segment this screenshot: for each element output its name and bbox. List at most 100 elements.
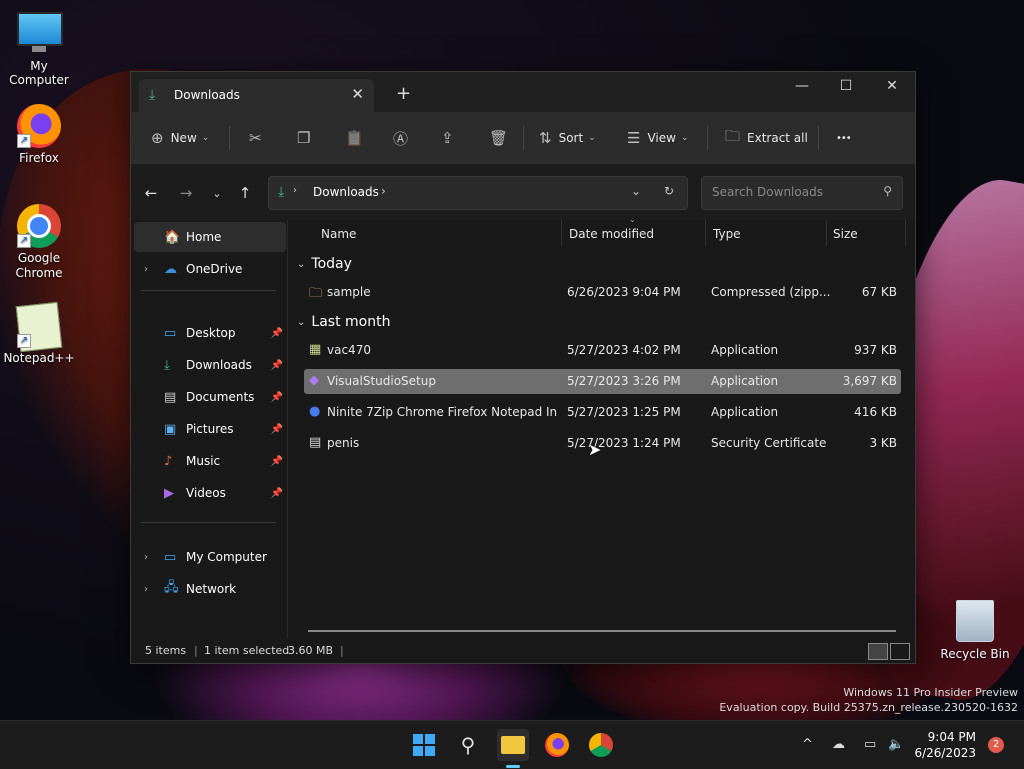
extract-all-button[interactable]: 🗀 Extract all (725, 112, 808, 164)
delete-button[interactable]: 🗑 (489, 112, 515, 164)
sort-button[interactable]: ⇅ Sort ⌄ (539, 112, 596, 164)
recent-locations-chevron-icon[interactable]: ⌄ (207, 187, 227, 200)
clock[interactable]: 9:04 PM 6/26/2023 (914, 729, 976, 761)
back-arrow-icon[interactable]: ← (141, 184, 161, 202)
pin-icon: 📌 (270, 391, 283, 403)
nav-item-desktop[interactable]: ▭ Desktop 📌 (134, 318, 286, 348)
show-hidden-icons-chevron-icon[interactable]: ^ (802, 737, 813, 752)
file-row[interactable]: 🗀 sample 6/26/2023 9:04 PM Compressed (z… (304, 280, 901, 305)
desktop-icon: ▭ (164, 325, 177, 341)
minimize-button[interactable]: — (779, 72, 825, 102)
download-icon: ⤓ (149, 87, 156, 103)
evaluation-watermark: Windows 11 Pro Insider Preview Evaluatio… (719, 685, 1018, 715)
file-row[interactable]: ● Ninite 7Zip Chrome Firefox Notepad Ins… (304, 400, 901, 425)
notepadpp-icon: ↗ (15, 301, 63, 353)
nav-item-downloads[interactable]: ⤓ Downloads 📌 (134, 350, 286, 380)
new-tab-button[interactable]: + (396, 83, 411, 104)
music-icon: ♪ (164, 453, 173, 469)
copy-button[interactable]: ❐ (297, 112, 317, 164)
paste-button[interactable]: 📋 (345, 112, 371, 164)
command-bar: ⊕ New ⌄ ✂ ❐ 📋 Ⓐ ⇪ 🗑 ⇅ Sort ⌄ ☰ View ⌄ 🗀 … (131, 112, 915, 165)
desktop-icon-recycle-bin[interactable]: Recycle Bin (937, 598, 1013, 661)
expand-chevron-icon[interactable]: › (144, 552, 148, 563)
tiles-view-button[interactable] (890, 643, 910, 660)
nav-item-my-computer[interactable]: › ▭ My Computer (134, 542, 286, 572)
search-icon[interactable]: ⚲ (452, 729, 484, 761)
watermark-line-1: Windows 11 Pro Insider Preview (843, 686, 1018, 699)
recycle-bin-icon (953, 600, 997, 644)
file-row[interactable]: ▤ penis 5/27/2023 1:24 PM Security Certi… (304, 431, 901, 456)
expand-chevron-icon[interactable]: › (144, 264, 148, 275)
picture-icon: ▣ (164, 421, 177, 437)
maximize-button[interactable]: ☐ (823, 72, 869, 102)
horizontal-scrollbar[interactable] (308, 630, 896, 632)
more-options-button[interactable]: ••• (836, 112, 852, 164)
expand-chevron-icon[interactable]: › (144, 584, 148, 595)
cloud-icon: ☁ (164, 261, 177, 277)
pin-icon: 📌 (270, 359, 283, 371)
nav-item-network[interactable]: › 🖧 Network (134, 574, 286, 604)
monitor-icon: ▭ (164, 549, 177, 565)
onedrive-offline-icon[interactable]: ☁ (832, 737, 845, 752)
column-header-type[interactable]: Type (713, 227, 741, 241)
pin-icon: 📌 (270, 455, 283, 467)
file-explorer-taskbar-button[interactable] (497, 729, 529, 761)
column-header-date[interactable]: Date modified (569, 227, 654, 241)
status-selected: 1 item selected (204, 644, 290, 657)
notification-badge[interactable]: 2 (988, 737, 1004, 753)
desktop-icon-firefox[interactable]: ↗ Firefox (1, 104, 77, 165)
clock-date: 6/26/2023 (914, 746, 976, 760)
share-button[interactable]: ⇪ (441, 112, 461, 164)
volume-icon[interactable]: 🔈 (888, 737, 904, 752)
desktop-icon-chrome[interactable]: ↗ Google Chrome (1, 204, 77, 281)
file-type: Security Certificate (711, 436, 827, 450)
close-window-button[interactable]: ✕ (869, 72, 915, 102)
file-type: Application (711, 374, 779, 388)
details-view-button[interactable] (868, 643, 888, 660)
file-row[interactable]: ▦ vac470 5/27/2023 4:02 PM Application 9… (304, 338, 901, 363)
firefox-taskbar-button[interactable] (541, 729, 573, 761)
nav-item-label: Downloads (186, 358, 252, 372)
view-button[interactable]: ☰ View ⌄ (627, 112, 688, 164)
rename-icon: Ⓐ (393, 129, 409, 148)
desktop-icon-my-computer[interactable]: My Computer (1, 8, 77, 87)
collapse-chevron-icon: ⌄ (297, 316, 306, 328)
address-dropdown-icon[interactable]: ⌄ (631, 184, 641, 198)
nav-item-videos[interactable]: ▶ Videos 📌 (134, 478, 286, 508)
rename-button[interactable]: Ⓐ (393, 112, 415, 164)
view-lines-icon: ☰ (627, 129, 641, 147)
clock-time: 9:04 PM (927, 730, 976, 744)
nav-item-onedrive[interactable]: › ☁ OneDrive (134, 254, 286, 284)
search-input[interactable] (710, 184, 874, 200)
desktop-icon-notepadpp[interactable]: ↗ Notepad++ (1, 301, 77, 365)
nav-item-home[interactable]: 🏠 Home (134, 222, 286, 252)
cut-button[interactable]: ✂ (249, 112, 269, 164)
breadcrumb-downloads[interactable]: Downloads (313, 185, 379, 199)
nav-item-documents[interactable]: ▤ Documents 📌 (134, 382, 286, 412)
firefox-icon: ↗ (17, 104, 61, 148)
nav-item-pictures[interactable]: ▣ Pictures 📌 (134, 414, 286, 444)
close-tab-icon[interactable]: ✕ (351, 85, 364, 103)
forward-arrow-icon[interactable]: → (176, 184, 196, 202)
nav-item-music[interactable]: ♪ Music 📌 (134, 446, 286, 476)
file-type: Application (711, 405, 779, 419)
search-box[interactable]: ⚲ (701, 176, 903, 210)
refresh-icon[interactable]: ↻ (664, 184, 674, 198)
column-header-name[interactable]: Name (321, 227, 356, 241)
address-row: ← → ⌄ ↑ ⤓ › Downloads › ⌄ ↻ ⚲ (131, 164, 915, 220)
view-label: View (647, 131, 676, 145)
file-row-selected[interactable]: ◆ VisualStudioSetup 5/27/2023 3:26 PM Ap… (304, 369, 901, 394)
file-name: vac470 (327, 343, 371, 357)
new-button[interactable]: ⊕ New ⌄ (151, 112, 209, 164)
up-arrow-icon[interactable]: ↑ (235, 184, 255, 202)
column-header-size[interactable]: Size (833, 227, 858, 241)
start-button[interactable] (408, 729, 440, 761)
address-bar[interactable]: ⤓ › Downloads › ⌄ ↻ (268, 176, 688, 210)
breadcrumb-chevron-icon[interactable]: › (381, 184, 386, 198)
group-header-today[interactable]: ⌄ Today (297, 256, 352, 272)
group-header-last-month[interactable]: ⌄ Last month (297, 314, 390, 330)
tab-downloads[interactable]: ⤓ Downloads ✕ (139, 79, 374, 112)
nav-item-label: Pictures (186, 422, 234, 436)
chrome-taskbar-button[interactable] (585, 729, 617, 761)
network-icon[interactable]: ▭ (864, 737, 876, 752)
